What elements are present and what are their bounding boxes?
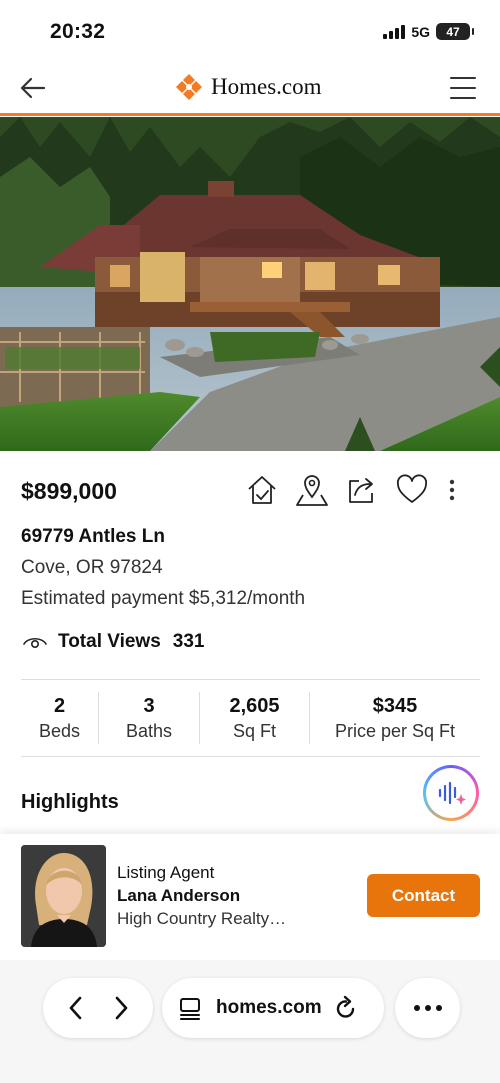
vertical-dots-icon	[449, 479, 455, 501]
home-check-icon	[248, 476, 276, 504]
ai-voice-icon	[438, 781, 466, 805]
listing-photo[interactable]	[0, 117, 500, 451]
contact-button[interactable]: Contact	[367, 874, 480, 917]
stat-sqft: 2,605 Sq Ft	[199, 692, 309, 744]
share-button[interactable]	[344, 472, 380, 508]
share-icon	[349, 478, 373, 503]
stat-baths: 3 Baths	[98, 692, 199, 744]
more-dots-icon[interactable]	[395, 978, 460, 1038]
property-stats: 2 Beds 3 Baths 2,605 Sq Ft $345 Price pe…	[21, 679, 480, 757]
stat-label: Sq Ft	[232, 720, 276, 741]
homes-logo[interactable]: Homes.com	[174, 72, 322, 102]
views-count: 331	[172, 631, 205, 652]
stat-label: Baths	[125, 720, 173, 741]
home-check-button[interactable]	[244, 472, 280, 508]
highlights-heading: Highlights	[21, 791, 119, 813]
agent-photo[interactable]	[21, 845, 106, 947]
more-options-button[interactable]	[442, 472, 462, 508]
logo-text: Homes.com	[211, 74, 322, 99]
agent-role: Listing Agent	[117, 863, 215, 882]
signal-icon	[383, 24, 406, 39]
browser-nav	[43, 978, 153, 1038]
address-street: 69779 Antles Ln	[21, 526, 165, 547]
estimated-payment[interactable]: Estimated payment $5,312/month	[21, 588, 305, 610]
battery-icon: 47	[436, 23, 474, 40]
views-label: Total Views	[58, 631, 161, 652]
stat-price-per-sqft: $345 Price per Sq Ft	[309, 692, 480, 744]
stat-label: Beds	[38, 720, 81, 741]
address-bar[interactable]: homes.com	[162, 978, 384, 1038]
favorite-button[interactable]	[394, 472, 430, 508]
back-arrow-icon	[20, 77, 46, 99]
reader-icon[interactable]	[178, 996, 202, 1020]
map-pin-icon	[296, 475, 328, 506]
stat-beds: 2 Beds	[21, 692, 98, 744]
listing-price: $899,000	[21, 478, 117, 504]
agent-company: High Country Realty…	[117, 909, 287, 928]
stat-value: 2,605	[229, 694, 280, 717]
url-text: homes.com	[216, 997, 322, 1018]
homes-logo-icon	[176, 74, 202, 100]
back-button[interactable]	[18, 74, 48, 102]
house-photo	[0, 117, 500, 451]
battery-level: 47	[446, 24, 460, 39]
browser-toolbar: homes.com	[0, 960, 500, 1083]
map-button[interactable]	[294, 472, 330, 508]
ai-assistant-button[interactable]	[423, 765, 479, 821]
total-views: Total Views 331	[22, 631, 204, 653]
stat-value: $345	[372, 694, 418, 717]
reload-icon[interactable]	[334, 995, 358, 1021]
listing-actions	[244, 472, 462, 508]
agent-card: Listing Agent Lana Anderson High Country…	[0, 834, 500, 960]
status-time: 20:32	[50, 20, 106, 43]
stat-value: 3	[143, 694, 155, 717]
address-city: Cove, OR 97824	[21, 557, 163, 578]
heart-icon	[396, 474, 428, 503]
chevron-left-icon[interactable]	[65, 994, 87, 1022]
status-bar: 20:32 5G 47	[0, 0, 500, 62]
app-header: Homes.com	[0, 62, 500, 116]
agent-name[interactable]: Lana Anderson	[117, 886, 240, 906]
stat-label: Price per Sq Ft	[334, 720, 456, 741]
agent-portrait	[21, 845, 106, 947]
network-label: 5G	[411, 23, 430, 40]
stat-value: 2	[53, 694, 66, 717]
status-indicators: 5G 47	[383, 23, 474, 40]
chevron-right-icon[interactable]	[110, 994, 132, 1022]
eye-icon	[23, 637, 47, 649]
hamburger-menu-icon[interactable]	[450, 77, 476, 99]
